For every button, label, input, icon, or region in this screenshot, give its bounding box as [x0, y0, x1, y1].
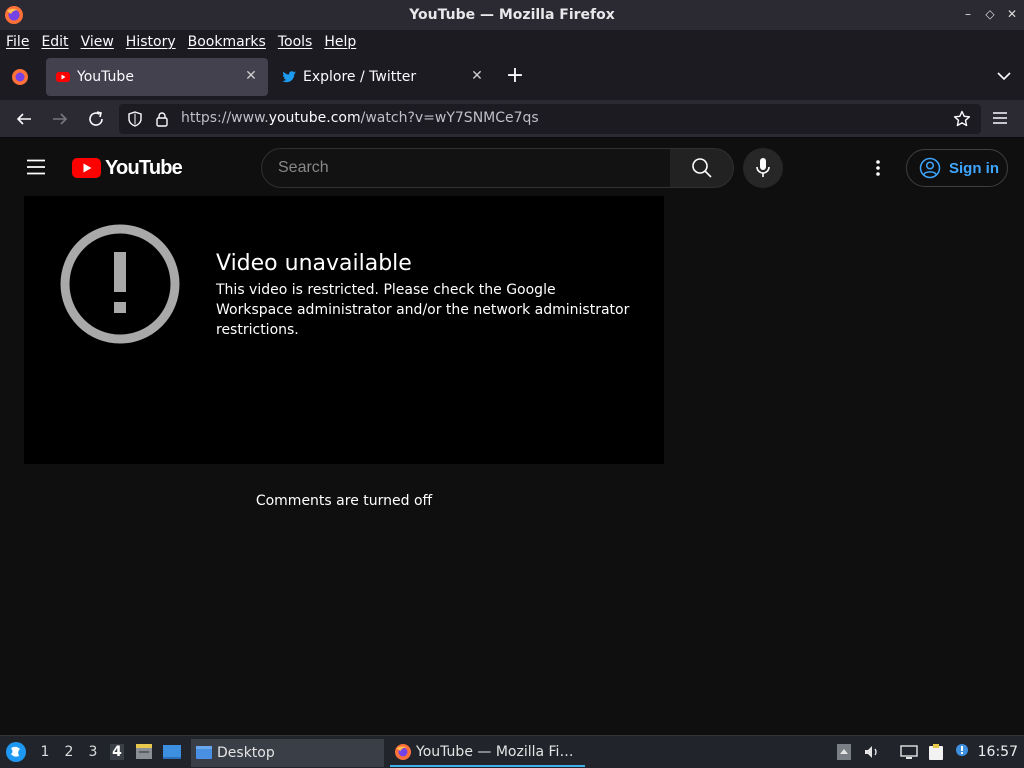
- microphone-icon: [756, 158, 770, 177]
- menu-bookmarks[interactable]: Bookmarks: [188, 34, 266, 50]
- tray-up-arrow-icon[interactable]: [835, 743, 853, 761]
- clipboard-icon[interactable]: [927, 743, 945, 761]
- task-label: Desktop: [217, 745, 275, 761]
- url-text[interactable]: https://www.youtube.com/watch?v=wY7SNMCe…: [181, 110, 539, 126]
- search-placeholder: Search: [278, 159, 329, 176]
- menu-bar: File Edit View History Bookmarks Tools H…: [0, 30, 1024, 54]
- exclamation-warning-icon: [60, 224, 180, 344]
- window-title: YouTube — Mozilla Firefox: [409, 7, 615, 23]
- comments-status: Comments are turned off: [255, 493, 433, 509]
- sign-in-button[interactable]: Sign in: [906, 149, 1008, 187]
- close-tab-icon[interactable]: ✕: [470, 69, 484, 83]
- firefox-icon: [5, 6, 23, 24]
- address-bar[interactable]: https://www.youtube.com/watch?v=wY7SNMCe…: [119, 104, 981, 134]
- search-button[interactable]: [670, 148, 734, 188]
- window-titlebar: YouTube — Mozilla Firefox – ◇ ✕: [0, 0, 1024, 30]
- error-title: Video unavailable: [216, 251, 412, 276]
- firefox-view-icon[interactable]: [10, 67, 30, 87]
- show-desktop-icon[interactable]: [162, 742, 182, 762]
- youtube-play-logo-icon: [72, 158, 101, 178]
- arrow-left-icon: [16, 113, 31, 125]
- lock-icon[interactable]: [155, 111, 169, 127]
- reload-button[interactable]: [86, 109, 106, 129]
- url-path: /watch?v=wY7SNMCe7qs: [360, 110, 539, 126]
- minimize-button[interactable]: –: [962, 6, 974, 22]
- menu-tools[interactable]: Tools: [278, 34, 313, 50]
- workspace-4[interactable]: 4: [110, 744, 124, 760]
- tab-label: YouTube: [77, 69, 134, 85]
- menu-view[interactable]: View: [81, 34, 114, 50]
- youtube-page: YouTube Search Sign in Video unavailable…: [0, 139, 1024, 735]
- hamburger-menu-icon[interactable]: [992, 110, 1008, 126]
- task-label: YouTube — Mozilla Fi…: [416, 744, 574, 760]
- search-icon: [691, 158, 712, 178]
- chevron-down-icon[interactable]: [996, 68, 1012, 84]
- voice-search-button[interactable]: [743, 148, 783, 188]
- youtube-favicon: [56, 72, 70, 82]
- tab-youtube[interactable]: YouTube ✕: [46, 58, 268, 96]
- tab-bar: YouTube ✕ Explore / Twitter ✕ +: [0, 54, 1024, 100]
- workspace-1[interactable]: 1: [38, 744, 52, 760]
- new-tab-button[interactable]: +: [505, 65, 525, 88]
- navigation-toolbar: https://www.youtube.com/watch?v=wY7SNMCe…: [0, 100, 1024, 138]
- youtube-wordmark: YouTube: [105, 156, 183, 179]
- menu-edit[interactable]: Edit: [41, 34, 68, 50]
- workspace-2[interactable]: 2: [62, 744, 76, 760]
- more-vertical-icon: [876, 160, 880, 176]
- maximize-button[interactable]: ◇: [984, 6, 996, 22]
- back-button[interactable]: [14, 109, 34, 129]
- close-window-button[interactable]: ✕: [1006, 6, 1018, 22]
- desktop-icon: [196, 746, 212, 759]
- search-input[interactable]: Search: [261, 148, 671, 188]
- clock[interactable]: 16:57: [978, 744, 1018, 760]
- shield-icon[interactable]: [127, 111, 143, 127]
- task-firefox[interactable]: YouTube — Mozilla Fi…: [390, 739, 585, 767]
- bookmark-star-icon[interactable]: [953, 110, 971, 128]
- task-desktop[interactable]: Desktop: [191, 739, 384, 767]
- url-host: youtube.com: [268, 110, 361, 126]
- file-manager-icon[interactable]: [134, 742, 154, 762]
- url-scheme: https://www.: [181, 110, 269, 126]
- reload-icon: [89, 111, 103, 126]
- firefox-icon: [395, 744, 411, 760]
- arrow-right-icon: [53, 113, 68, 125]
- youtube-logo[interactable]: YouTube: [72, 156, 183, 179]
- settings-more-button[interactable]: [868, 158, 888, 178]
- forward-button[interactable]: [50, 109, 70, 129]
- workspace-3[interactable]: 3: [86, 744, 100, 760]
- sign-in-label: Sign in: [949, 159, 999, 177]
- taskbar: 1 2 3 4 Desktop YouTube — Mozilla Fi… 16…: [0, 735, 1024, 768]
- notification-icon[interactable]: [953, 743, 971, 761]
- account-circle-icon: [919, 157, 941, 179]
- error-message: This video is restricted. Please check t…: [216, 282, 630, 338]
- start-menu-icon[interactable]: [5, 741, 27, 763]
- close-tab-icon[interactable]: ✕: [244, 69, 258, 83]
- tab-twitter[interactable]: Explore / Twitter ✕: [272, 58, 494, 96]
- youtube-header: YouTube Search Sign in: [0, 139, 1024, 195]
- tab-label: Explore / Twitter: [303, 69, 417, 85]
- network-icon[interactable]: [900, 743, 918, 761]
- guide-menu-icon[interactable]: [26, 159, 46, 175]
- menu-history[interactable]: History: [126, 34, 176, 50]
- twitter-favicon: [282, 71, 296, 83]
- volume-icon[interactable]: [863, 743, 881, 761]
- video-player[interactable]: Video unavailable This video is restrict…: [24, 196, 664, 464]
- menu-help[interactable]: Help: [324, 34, 356, 50]
- menu-file[interactable]: File: [6, 34, 29, 50]
